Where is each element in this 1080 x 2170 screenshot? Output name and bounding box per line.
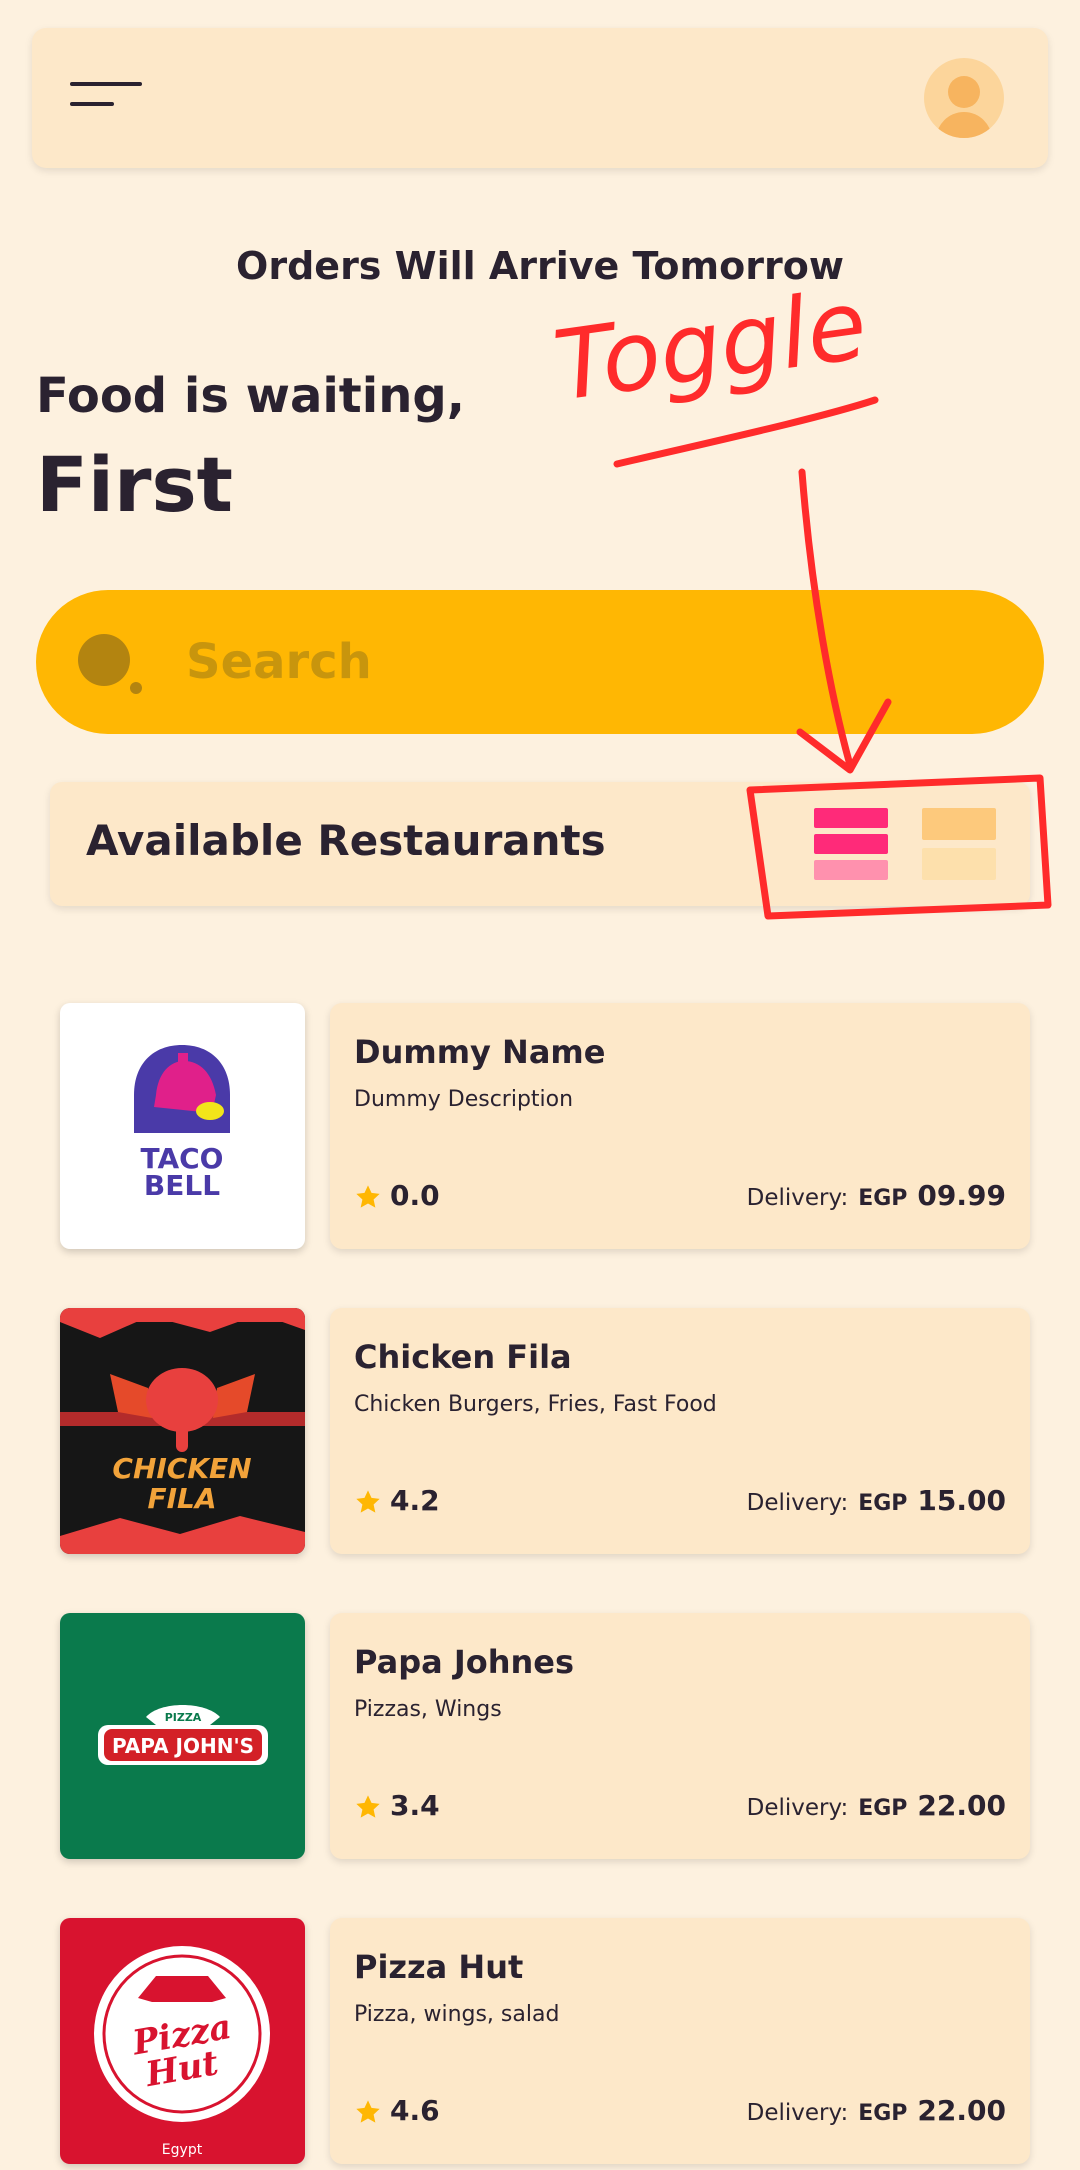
search-input[interactable]: [186, 620, 986, 704]
restaurant-name: Chicken Fila: [354, 1338, 572, 1376]
restaurant-rating: 3.4: [390, 1789, 440, 1822]
star-icon: [356, 1795, 380, 1818]
star-icon: [356, 1490, 380, 1513]
restaurant-item[interactable]: TACO BELL Dummy Name Dummy Description 0…: [60, 1003, 1030, 1249]
restaurant-name: Papa Johnes: [354, 1643, 575, 1681]
logo-text-chicken: CHICKEN: [112, 1452, 251, 1485]
delivery-label: Delivery:: [746, 2100, 849, 2126]
currency-label: EGP: [858, 2101, 908, 2126]
restaurant-item[interactable]: CHICKEN FILA Chicken Fila Chicken Burger…: [60, 1308, 1030, 1554]
restaurant-rating: 4.2: [390, 1484, 440, 1517]
restaurant-description: Dummy Description: [354, 1087, 574, 1112]
restaurant-name: Dummy Name: [354, 1033, 606, 1071]
delivery-notice: Orders Will Arrive Tomorrow: [236, 244, 844, 288]
currency-label: EGP: [858, 1796, 908, 1821]
hamburger-menu-icon[interactable]: [70, 82, 142, 112]
grid-view-toggle-icon[interactable]: [922, 808, 998, 882]
top-bar: [32, 28, 1048, 168]
logo-text-papa-johns: PAPA JOHN'S: [112, 1734, 254, 1758]
search-bar[interactable]: [36, 590, 1044, 734]
currency-label: EGP: [858, 1491, 908, 1516]
restaurant-description: Pizzas, Wings: [354, 1697, 502, 1722]
papa-johns-logo: PIZZA PAPA JOHN'S: [60, 1613, 305, 1859]
delivery-fee-value: 09.99: [917, 1179, 1006, 1212]
pizza-hut-logo: Pizza Hut Egypt: [60, 1918, 305, 2164]
star-icon: [356, 1185, 380, 1208]
delivery-fee-value: 15.00: [917, 1484, 1006, 1517]
delivery-label: Delivery:: [746, 1795, 849, 1821]
delivery-fee: Delivery: EGP 15.00: [747, 1484, 1006, 1517]
restaurant-item[interactable]: PIZZA PAPA JOHN'S Papa Johnes Pizzas, Wi…: [60, 1613, 1030, 1859]
delivery-fee-value: 22.00: [917, 2094, 1006, 2127]
restaurant-card: Papa Johnes Pizzas, Wings 3.4 Delivery: …: [330, 1613, 1030, 1859]
logo-text-fila: FILA: [147, 1482, 216, 1515]
restaurant-name: Pizza Hut: [354, 1948, 524, 1986]
delivery-label: Delivery:: [746, 1185, 849, 1211]
delivery-fee: Delivery: EGP 09.99: [747, 1179, 1006, 1212]
restaurant-card: Dummy Name Dummy Description 0.0 Deliver…: [330, 1003, 1030, 1249]
chicken-fila-logo: CHICKEN FILA: [60, 1308, 305, 1554]
restaurant-rating: 4.6: [390, 2094, 440, 2127]
restaurant-item[interactable]: Pizza Hut Egypt Pizza Hut Pizza, wings, …: [60, 1918, 1030, 2164]
restaurant-description: Chicken Burgers, Fries, Fast Food: [354, 1392, 717, 1417]
annotation-text: Toggle: [548, 268, 874, 422]
logo-text-pizza: PIZZA: [165, 1711, 202, 1724]
search-icon: [78, 634, 142, 694]
logo-text-bell: BELL: [144, 1169, 220, 1202]
user-name: First: [36, 440, 234, 529]
restaurant-description: Pizza, wings, salad: [354, 2002, 560, 2027]
delivery-fee: Delivery: EGP 22.00: [747, 1789, 1006, 1822]
star-icon: [356, 2100, 380, 2123]
user-avatar-icon[interactable]: [924, 58, 1004, 138]
restaurant-card: Chicken Fila Chicken Burgers, Fries, Fas…: [330, 1308, 1030, 1554]
currency-label: EGP: [858, 1186, 908, 1211]
delivery-label: Delivery:: [746, 1490, 849, 1516]
taco-bell-logo: TACO BELL: [60, 1003, 305, 1249]
available-restaurants-header: Available Restaurants: [50, 782, 1030, 906]
restaurant-rating: 0.0: [390, 1179, 440, 1212]
section-title: Available Restaurants: [86, 816, 606, 865]
list-view-toggle-icon[interactable]: [814, 808, 890, 882]
delivery-fee-value: 22.00: [917, 1789, 1006, 1822]
greeting-text: Food is waiting,: [36, 368, 465, 424]
delivery-fee: Delivery: EGP 22.00: [747, 2094, 1006, 2127]
logo-text-egypt: Egypt: [162, 2142, 203, 2158]
restaurant-card: Pizza Hut Pizza, wings, salad 4.6 Delive…: [330, 1918, 1030, 2164]
